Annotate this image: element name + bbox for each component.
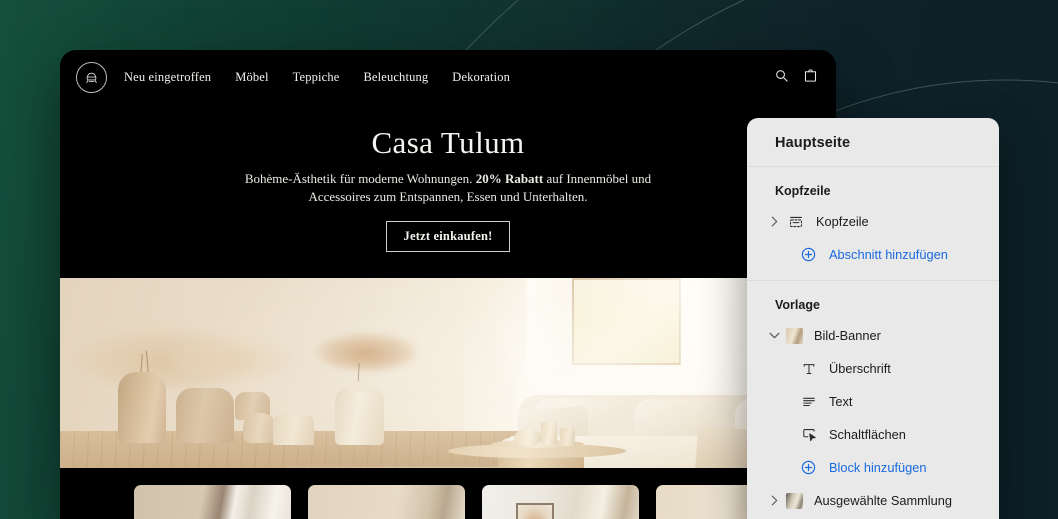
plus-circle-icon <box>799 458 818 477</box>
button-cursor-icon <box>799 425 818 444</box>
site-navigation-bar: Neu eingetroffen Möbel Teppiche Beleucht… <box>60 50 836 105</box>
section-kopfzeile: Kopfzeile Kopfzeile Abschnitt hinzufügen <box>747 167 999 271</box>
panel-title: Hauptseite <box>747 118 999 167</box>
theme-editor-sidebar: Hauptseite Kopfzeile Kopfzeile Abschnitt… <box>747 118 999 519</box>
tree-row-label: Ausgewählte Sammlung <box>814 493 952 508</box>
tree-row-text[interactable]: Text <box>747 385 999 418</box>
heading-text-icon <box>799 359 818 378</box>
plus-circle-icon <box>799 245 818 264</box>
tree-row-kopfzeile[interactable]: Kopfzeile <box>747 205 999 238</box>
nav-link-beleuchtung[interactable]: Beleuchtung <box>363 70 428 85</box>
tree-row-bild-banner[interactable]: Bild-Banner <box>747 319 999 352</box>
site-nav-links: Neu eingetroffen Möbel Teppiche Beleucht… <box>124 70 510 85</box>
tree-row-ueberschrift[interactable]: Überschrift <box>747 352 999 385</box>
search-icon[interactable] <box>774 68 789 88</box>
site-preview-frame: Neu eingetroffen Möbel Teppiche Beleucht… <box>60 50 836 519</box>
header-layout-icon <box>786 212 805 231</box>
tree-row-label: Text <box>829 394 853 409</box>
tree-row-label: Bild-Banner <box>814 328 881 343</box>
product-card[interactable] <box>134 485 291 519</box>
add-block-label: Block hinzufügen <box>829 460 927 475</box>
product-card[interactable] <box>308 485 465 519</box>
nav-link-teppiche[interactable]: Teppiche <box>293 70 340 85</box>
section-title-vorlage: Vorlage <box>775 298 820 312</box>
hero-body: Bohème-Ästhetik für moderne Wohnungen. 2… <box>238 170 658 208</box>
hero-cta-button[interactable]: Jetzt einkaufen! <box>385 221 511 253</box>
tree-row-label: Schaltflächen <box>829 427 906 442</box>
tree-row-schaltflaechen[interactable]: Schaltflächen <box>747 418 999 451</box>
tree-row-ausgewaehlte-sammlung[interactable]: Ausgewählte Sammlung <box>747 484 999 517</box>
chevron-right-icon[interactable] <box>767 495 781 506</box>
section-title-kopfzeile: Kopfzeile <box>775 184 831 198</box>
collection-thumbnail-icon <box>786 492 803 509</box>
add-section-label: Abschnitt hinzufügen <box>829 247 948 262</box>
armchair-logo-icon[interactable] <box>76 62 107 93</box>
hero-heading: Casa Tulum <box>371 125 525 160</box>
hero-body-prefix: Bohème-Ästhetik für moderne Wohnungen. <box>244 170 476 186</box>
site-nav-actions <box>774 68 818 88</box>
image-thumbnail-icon <box>786 327 803 344</box>
nav-link-moebel[interactable]: Möbel <box>235 70 268 85</box>
tree-row-label: Kopfzeile <box>816 214 869 229</box>
nav-link-neu-eingetroffen[interactable]: Neu eingetroffen <box>124 70 211 85</box>
add-block-button[interactable]: Block hinzufügen <box>747 451 999 484</box>
hero-section: Casa Tulum Bohème-Ästhetik für moderne W… <box>60 105 836 279</box>
shopping-bag-icon[interactable] <box>803 68 818 88</box>
text-lines-icon <box>799 392 818 411</box>
nav-link-dekoration[interactable]: Dekoration <box>452 70 510 85</box>
hero-body-discount: 20% Rabatt <box>475 170 544 186</box>
chevron-right-icon[interactable] <box>767 216 781 227</box>
chevron-down-icon[interactable] <box>767 332 781 339</box>
product-card[interactable] <box>482 485 639 519</box>
add-section-button[interactable]: Abschnitt hinzufügen <box>747 238 999 271</box>
tree-row-label: Überschrift <box>829 361 891 376</box>
section-vorlage: Vorlage Bild-Banner Überschrift Text Sch… <box>747 281 999 517</box>
product-card-strip <box>60 468 836 519</box>
